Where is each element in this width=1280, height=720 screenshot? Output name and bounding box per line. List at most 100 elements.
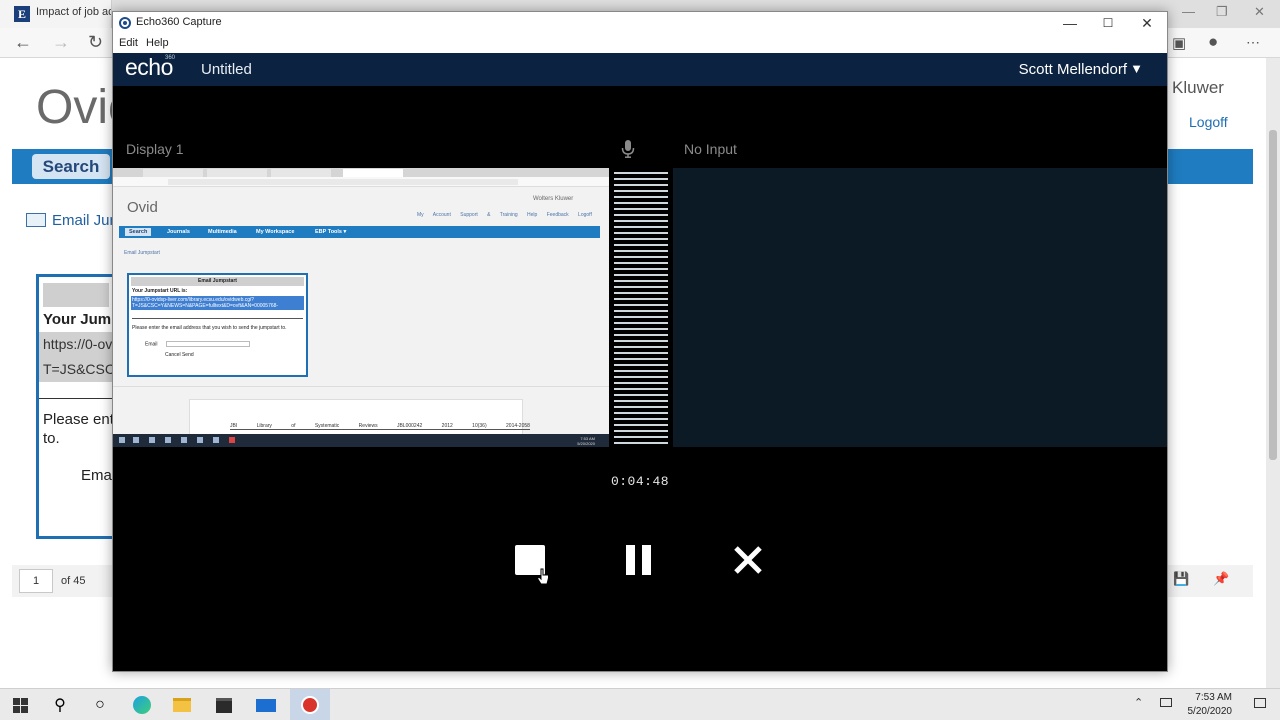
meter-segment xyxy=(614,316,668,318)
preview-taskbar-icon xyxy=(213,437,219,443)
chevron-up-icon[interactable]: ⌃ xyxy=(1134,696,1143,709)
echo360-capture-window: Echo360 Capture — ☐ ✕ Edit Help echo 360… xyxy=(112,11,1168,672)
browser-tab-title: Impact of job adj xyxy=(36,6,112,18)
preview-dialog-heading: Your Jumpstart URL is: xyxy=(132,288,188,294)
meter-segment xyxy=(614,334,668,336)
recording-title[interactable]: Untitled xyxy=(201,61,252,78)
menu-bar: Edit Help xyxy=(113,34,1167,53)
preview-tab xyxy=(271,169,331,177)
preview-taskbar: 7:53 AM 5/20/2020 xyxy=(113,434,609,447)
preview-dialog-title: Email Jumpstart xyxy=(131,277,304,286)
dialog-url-line[interactable]: T=JS&CSC xyxy=(39,357,113,382)
pause-button[interactable] xyxy=(621,541,659,579)
search-tab-button[interactable]: Search xyxy=(32,154,110,179)
audio-level-meter xyxy=(614,172,668,444)
refresh-icon[interactable]: ↻ xyxy=(88,32,103,53)
logoff-link[interactable]: Logoff xyxy=(1189,114,1228,130)
minimize-button[interactable]: — xyxy=(1051,12,1089,34)
scrollbar-thumb[interactable] xyxy=(1269,130,1277,460)
echo360-taskbar-icon[interactable] xyxy=(290,689,330,720)
preview-email-dialog: Email Jumpstart Your Jumpstart URL is: h… xyxy=(127,273,308,377)
preview-clock-date: 5/20/2020 xyxy=(577,441,595,446)
audio-input-panel xyxy=(673,168,1167,447)
microphone-icon xyxy=(621,140,635,158)
meter-segment xyxy=(614,322,668,324)
dialog-prompt: Please ent xyxy=(43,411,114,428)
clock-time: 7:53 AM xyxy=(1195,692,1232,703)
save-icon[interactable]: 💾 xyxy=(1173,571,1189,587)
preview-taskbar-icon xyxy=(149,437,155,443)
preview-nav-item: My Workspace xyxy=(256,229,295,235)
preview-nav-item: Multimedia xyxy=(208,229,237,235)
cortana-icon[interactable]: ○ xyxy=(80,689,120,720)
close-window-button[interactable]: ✕ xyxy=(1128,12,1166,34)
audio-source-label: No Input xyxy=(684,141,737,157)
preview-dialog-url-line: T=JS&CSC=Y&NEWS=N&PAGE=fulltext&D=ovft&A… xyxy=(132,303,279,309)
preview-pdf-row: JBI Library of Systematic Reviews JBL000… xyxy=(230,423,530,430)
edge-browser-icon[interactable] xyxy=(122,689,162,720)
windows-taskbar: ⚲ ○ ⌃ 7:53 AM 5/20/2020 xyxy=(0,688,1280,720)
browser-maximize-icon[interactable]: ❐ xyxy=(1216,4,1228,20)
network-icon[interactable] xyxy=(1160,698,1172,707)
meter-segment xyxy=(614,232,668,234)
mouse-cursor-icon xyxy=(536,568,549,585)
profile-avatar-icon[interactable]: ● xyxy=(1208,32,1218,52)
browser-minimize-icon[interactable]: — xyxy=(1182,4,1195,19)
browser-scrollbar[interactable] xyxy=(1266,58,1280,688)
meter-segment xyxy=(614,286,668,288)
meter-segment xyxy=(614,244,668,246)
meter-segment xyxy=(614,340,668,342)
maximize-button[interactable]: ☐ xyxy=(1089,12,1127,34)
email-jumpstart-link[interactable]: Email Jum xyxy=(26,212,122,229)
meter-segment xyxy=(614,346,668,348)
browser-close-icon[interactable]: ✕ xyxy=(1254,4,1265,20)
windows-logo-icon xyxy=(12,697,28,713)
search-icon[interactable]: ⚲ xyxy=(40,689,80,720)
meter-segment xyxy=(614,226,668,228)
cancel-recording-button[interactable] xyxy=(729,541,767,579)
page-number-input[interactable]: 1 xyxy=(19,569,53,593)
display-source-label: Display 1 xyxy=(126,141,184,157)
more-options-icon[interactable]: ⋯ xyxy=(1246,34,1260,51)
meter-segment xyxy=(614,304,668,306)
preview-clock: 7:53 AM 5/20/2020 xyxy=(577,436,595,446)
browser-tab[interactable]: E Impact of job adj xyxy=(0,0,112,28)
meter-segment xyxy=(614,202,668,204)
preview-taskbar-icon xyxy=(197,437,203,443)
back-arrow-icon[interactable]: ← xyxy=(14,32,32,53)
dialog-divider xyxy=(39,398,113,399)
collections-icon[interactable]: ▣ xyxy=(1172,34,1186,52)
start-button[interactable] xyxy=(0,689,40,720)
preview-taskbar-icon xyxy=(133,437,139,443)
email-jumpstart-dialog: Your Jum https://0-ov T=JS&CSC Please en… xyxy=(36,274,116,539)
meter-segment xyxy=(614,262,668,264)
preview-kluwer-logo: Wolters Kluwer xyxy=(533,196,574,202)
dialog-url-line[interactable]: https://0-ov xyxy=(39,332,113,357)
meter-segment xyxy=(614,268,668,270)
close-icon xyxy=(734,546,762,574)
meter-segment xyxy=(614,214,668,216)
meter-segment xyxy=(614,220,668,222)
meter-segment xyxy=(614,424,668,426)
wolters-kluwer-logo: Kluwer xyxy=(1172,78,1224,97)
caret-down-icon[interactable]: ▼ xyxy=(1130,61,1143,76)
envelope-icon xyxy=(26,213,46,227)
preview-address-bar xyxy=(113,177,609,187)
user-menu[interactable]: Scott Mellendorf xyxy=(1019,61,1127,78)
meter-segment xyxy=(614,418,668,420)
store-icon[interactable] xyxy=(204,689,244,720)
preview-nav-item: Journals xyxy=(167,229,190,235)
mail-icon[interactable] xyxy=(246,689,286,720)
forward-arrow-icon[interactable]: → xyxy=(52,32,70,53)
pin-icon[interactable]: 📌 xyxy=(1213,571,1229,587)
folder-icon xyxy=(173,698,191,712)
file-explorer-icon[interactable] xyxy=(162,689,202,720)
preview-header-links: My Account Support & Training Help Feedb… xyxy=(417,212,592,218)
system-clock[interactable]: 7:53 AM 5/20/2020 xyxy=(1188,691,1233,719)
notifications-icon[interactable] xyxy=(1254,698,1266,708)
preview-tab-strip xyxy=(113,168,609,177)
menu-edit[interactable]: Edit xyxy=(119,37,138,49)
preview-pdf-page: JBI Library of Systematic Reviews JBL000… xyxy=(189,399,530,435)
dialog-heading: Your Jum xyxy=(43,311,112,328)
menu-help[interactable]: Help xyxy=(146,37,169,49)
